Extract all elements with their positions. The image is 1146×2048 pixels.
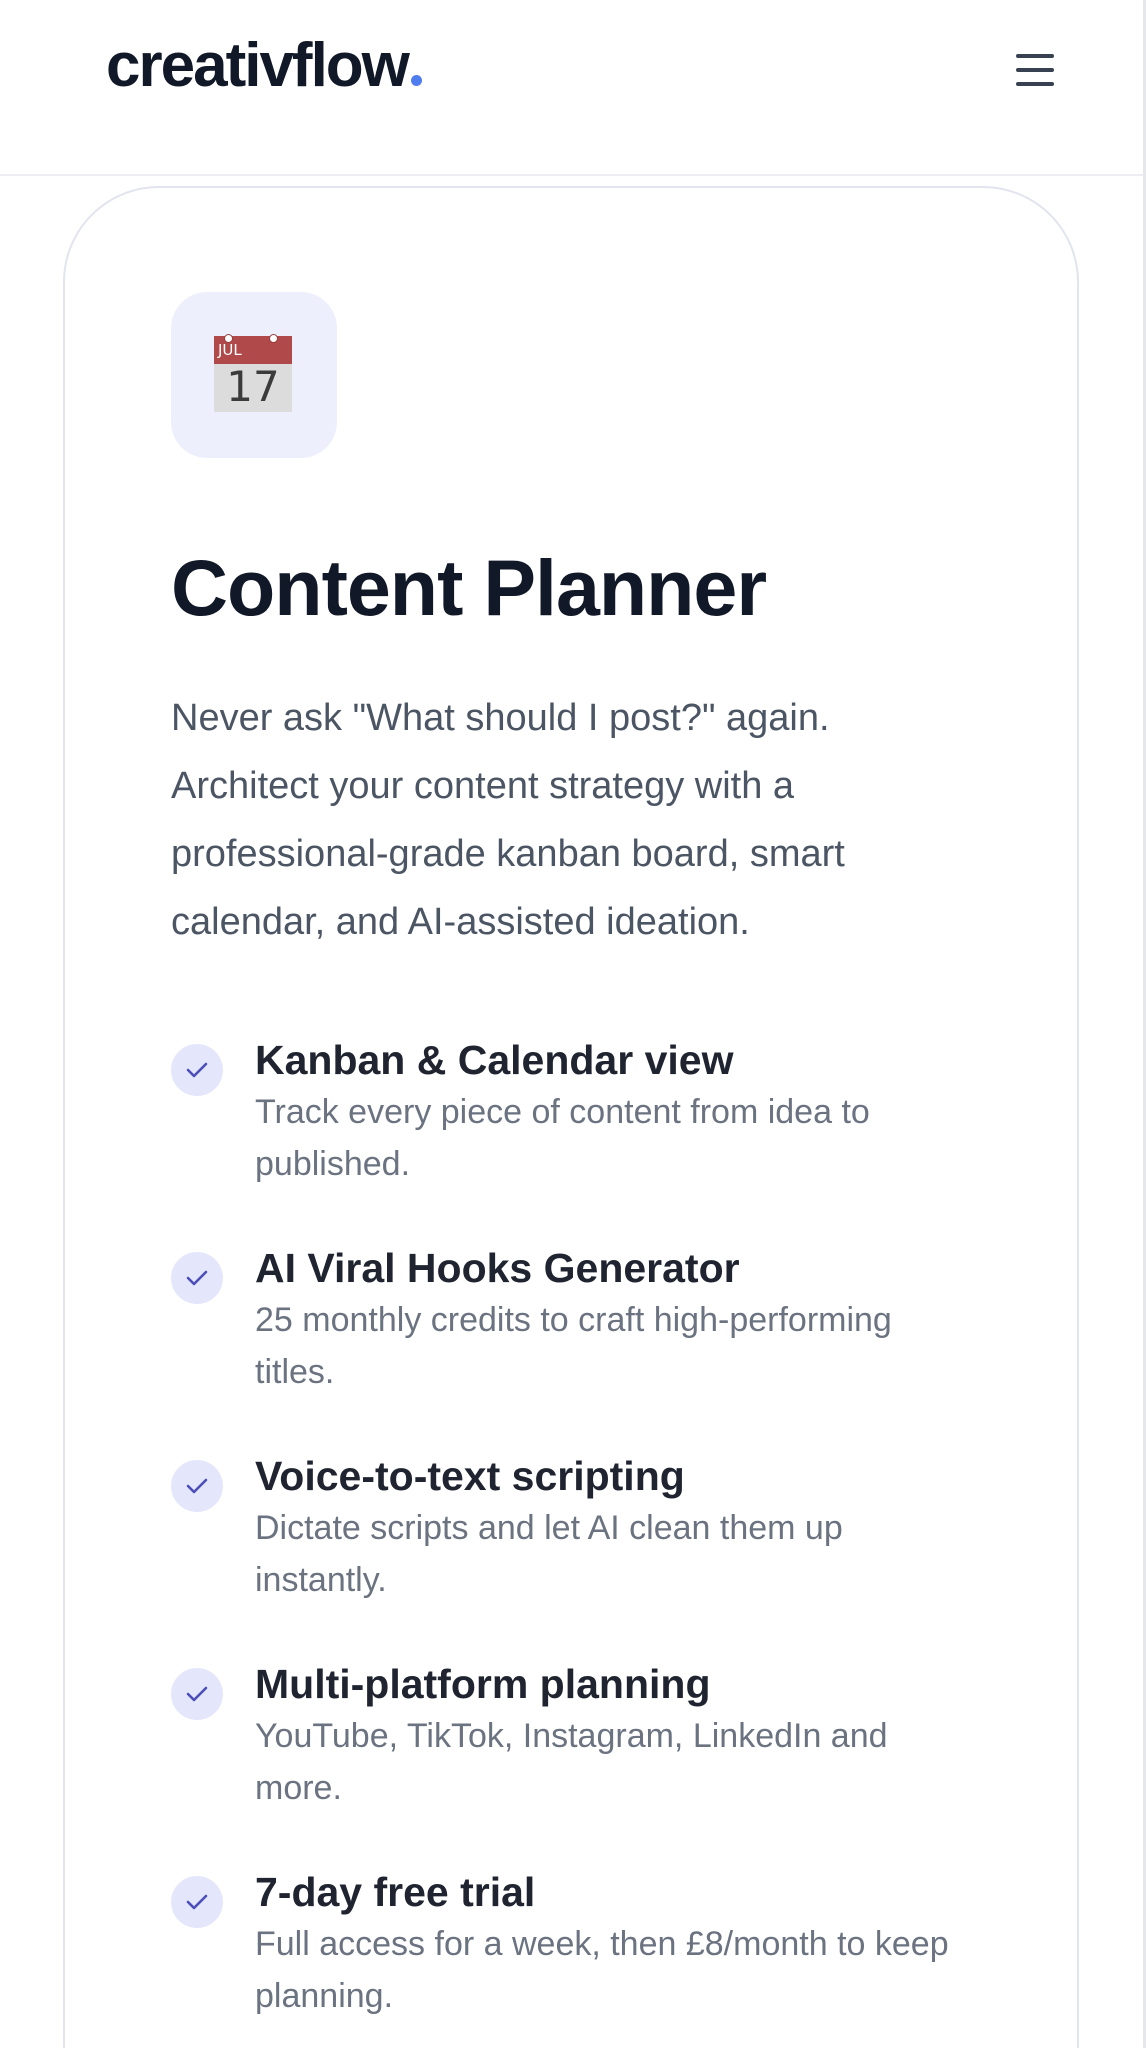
product-icon-tile: JUL 17 <box>171 292 337 458</box>
product-title: Content Planner <box>171 543 767 632</box>
brand-logo-text: creativflow <box>106 31 410 100</box>
feature-title: 7-day free trial <box>255 1869 536 1915</box>
check-icon <box>171 1252 223 1304</box>
product-card: JUL 17 Content Planner Never ask "What s… <box>63 186 1079 2048</box>
feature-item: Voice-to-text scripting Dictate scripts … <box>171 1446 991 1654</box>
site-header: creativflow <box>0 0 1146 176</box>
feature-description: 25 monthly credits to craft high-perform… <box>255 1301 892 1391</box>
brand-logo-dot <box>410 75 422 86</box>
feature-description: YouTube, TikTok, Instagram, LinkedIn and… <box>255 1717 888 1807</box>
check-icon <box>171 1876 223 1928</box>
check-icon <box>171 1460 223 1512</box>
feature-title: Voice-to-text scripting <box>255 1453 685 1499</box>
feature-description: Full access for a week, then £8/month to… <box>255 1925 949 2015</box>
calendar-month: JUL <box>218 341 242 359</box>
menu-line-middle <box>1016 68 1054 72</box>
check-icon <box>171 1668 223 1720</box>
feature-item: Multi-platform planning YouTube, TikTok,… <box>171 1654 991 1862</box>
feature-description: Track every piece of content from idea t… <box>255 1093 870 1183</box>
calendar-icon: JUL 17 <box>214 334 292 412</box>
hamburger-menu-icon[interactable] <box>1010 48 1060 92</box>
calendar-ring <box>269 334 278 343</box>
feature-item: 7-day free trial Full access for a week,… <box>171 1862 991 2048</box>
feature-list: Kanban & Calendar view Track every piece… <box>171 1030 991 2048</box>
feature-item: Kanban & Calendar view Track every piece… <box>171 1030 991 1238</box>
feature-title: AI Viral Hooks Generator <box>255 1245 740 1291</box>
feature-title: Kanban & Calendar view <box>255 1037 734 1083</box>
menu-line-bottom <box>1016 82 1054 86</box>
check-icon <box>171 1044 223 1096</box>
feature-title: Multi-platform planning <box>255 1661 711 1707</box>
feature-description: Dictate scripts and let AI clean them up… <box>255 1509 843 1599</box>
page: creativflow JUL 17 Content Planner Never… <box>0 0 1146 2048</box>
brand-logo[interactable]: creativflow <box>106 26 422 106</box>
product-description: Never ask "What should I post?" again. A… <box>171 697 845 943</box>
calendar-day: 17 <box>226 362 280 411</box>
menu-line-top <box>1016 54 1054 58</box>
feature-item: AI Viral Hooks Generator 25 monthly cred… <box>171 1238 991 1446</box>
